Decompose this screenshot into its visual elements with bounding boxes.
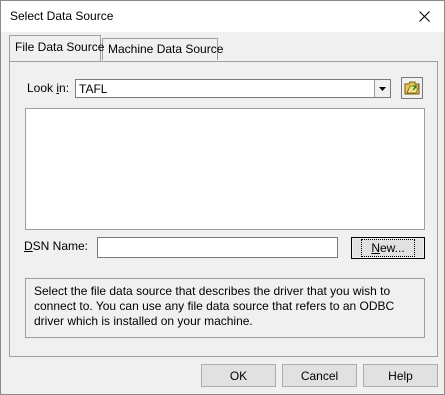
description-text: Select the file data source that describ…: [34, 284, 395, 328]
cancel-button[interactable]: Cancel: [282, 364, 357, 387]
title-bar: Select Data Source: [1, 1, 444, 32]
close-icon: [418, 11, 430, 22]
help-button[interactable]: Help: [363, 364, 438, 387]
new-button-label: New...: [361, 239, 415, 257]
tab-file-data-source[interactable]: File Data Source: [9, 35, 105, 61]
new-button[interactable]: New...: [351, 237, 425, 259]
cancel-label: Cancel: [300, 368, 339, 383]
close-button[interactable]: [404, 1, 444, 32]
ok-label: OK: [229, 368, 248, 383]
dsn-name-label: DSN Name:: [24, 239, 89, 253]
look-in-label: Look in:: [27, 81, 70, 95]
look-in-value: TAFL: [79, 82, 108, 96]
select-data-source-dialog: Select Data Source File Data Source Mach…: [0, 0, 445, 395]
dropdown-arrow[interactable]: [374, 80, 390, 97]
up-folder-button[interactable]: [401, 77, 423, 99]
tab-label: File Data Source: [15, 40, 105, 54]
look-in-dropdown[interactable]: TAFL: [75, 79, 391, 98]
window-title: Select Data Source: [10, 9, 114, 23]
ok-button[interactable]: OK: [201, 364, 276, 387]
dsn-name-input[interactable]: [97, 237, 338, 258]
chevron-down-icon: [379, 86, 386, 91]
help-label: Help: [388, 368, 413, 383]
tab-machine-data-source[interactable]: Machine Data Source: [102, 38, 223, 60]
folder-up-icon: [404, 81, 420, 95]
tab-label: Machine Data Source: [108, 42, 224, 56]
tab-panel: Look in: TAFL DSN Name: New... Select th…: [9, 61, 438, 357]
description-box: Select the file data source that describ…: [25, 278, 425, 338]
data-source-list[interactable]: [25, 108, 425, 230]
